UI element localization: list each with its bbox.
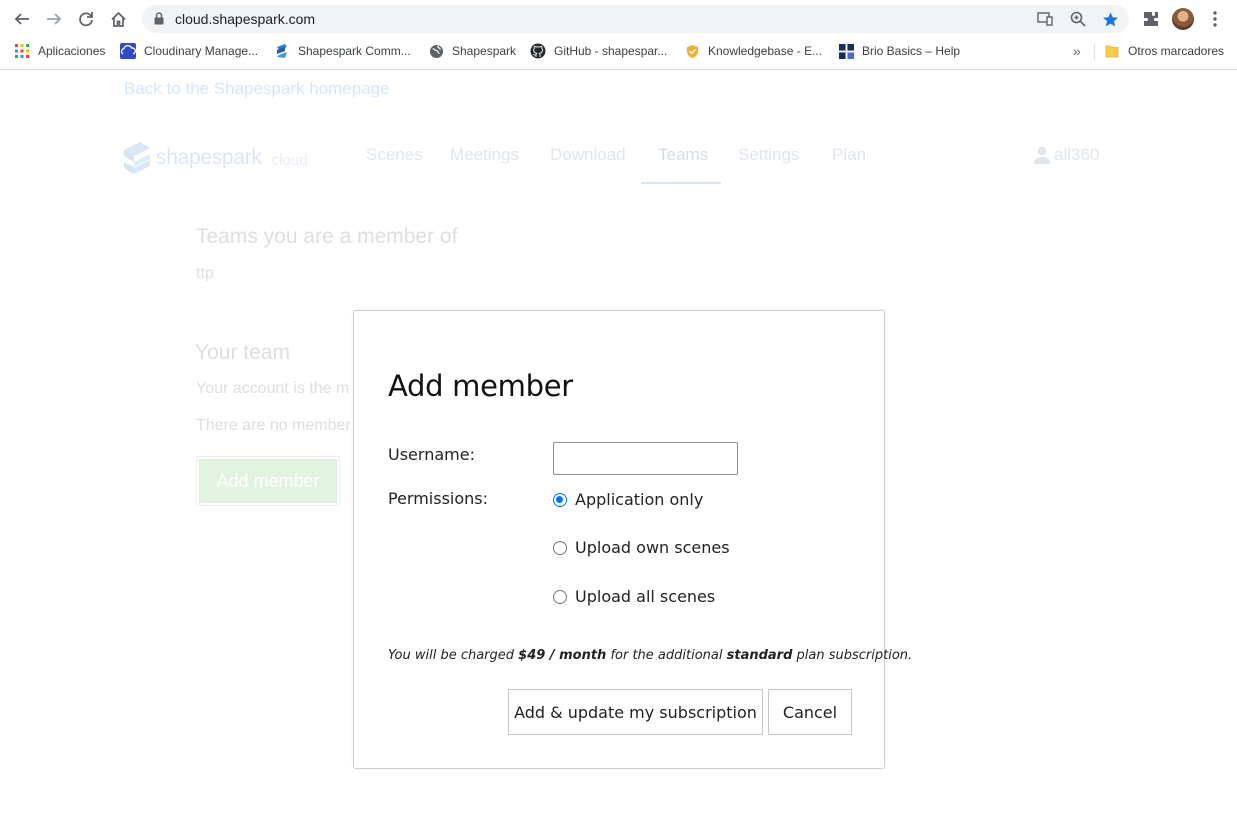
lock-icon (154, 12, 164, 25)
cancel-button[interactable]: Cancel (768, 689, 852, 735)
permissions-label: Permissions: (388, 489, 489, 508)
charge-price: $49 (518, 648, 546, 663)
logo-subtitle: cloud (271, 151, 308, 169)
team-name: ttp (196, 265, 214, 282)
address-bar[interactable]: cloud.shapespark.com (142, 5, 1129, 33)
more-bookmarks-chevron-icon[interactable]: » (1073, 42, 1081, 60)
shapespark-logo-icon (124, 142, 150, 174)
teams-member-heading: Teams you are a member of (196, 225, 458, 248)
radio-label: Upload all scenes (575, 587, 716, 606)
radio-application-only[interactable] (553, 492, 567, 507)
nav-tab-download[interactable]: Download (550, 145, 626, 165)
permission-option-upload-all-scenes[interactable]: Upload all scenes (553, 587, 715, 606)
forward-button[interactable] (41, 6, 67, 32)
arrow-left-icon (14, 13, 29, 25)
cloudinary-icon (120, 43, 136, 59)
active-tab-indicator (641, 182, 721, 184)
back-to-homepage-link[interactable]: Back to the Shapespark homepage (124, 79, 390, 99)
cast-icon[interactable] (1036, 10, 1054, 28)
nav-tab-teams[interactable]: Teams (658, 145, 708, 165)
radio-label: Upload own scenes (575, 538, 730, 557)
browser-chrome: cloud.shapespark.com Aplicaciones Cloudi… (0, 0, 1237, 70)
back-button[interactable] (9, 6, 35, 32)
bookmark-item[interactable]: GitHub - shapespar... (530, 42, 667, 60)
zoom-icon[interactable] (1069, 10, 1087, 28)
menu-kebab-icon[interactable] (1204, 8, 1226, 30)
radio-upload-own-scenes[interactable] (553, 540, 567, 555)
browser-toolbar: cloud.shapespark.com (0, 0, 1237, 38)
brio-icon (838, 43, 854, 59)
radio-label: Application only (575, 490, 704, 509)
bookmark-item[interactable]: Aplicaciones (14, 42, 105, 60)
shapespark-logo[interactable]: shapespark cloud (122, 141, 307, 175)
reload-button[interactable] (73, 6, 99, 32)
extensions-icon[interactable] (1140, 8, 1162, 30)
bookmark-item[interactable]: Shapespark Comm... (274, 42, 411, 60)
bookmarks-bar: Aplicaciones Cloudinary Manage... Shapes… (0, 38, 1237, 64)
owner-text: Your account is the m (196, 380, 350, 397)
radio-upload-all-scenes[interactable] (553, 589, 567, 604)
permission-option-application-only[interactable]: Application only (553, 490, 703, 509)
user-icon (1034, 146, 1050, 164)
no-members-text: There are no member (196, 417, 351, 434)
bookmark-item[interactable]: Knowledgebase - E... (684, 42, 822, 60)
username-label: Username: (388, 445, 475, 464)
home-button[interactable] (105, 6, 131, 32)
add-member-dialog: Add member Username: Permissions: Applic… (353, 310, 912, 769)
user-menu[interactable]: all360 (1034, 145, 1099, 165)
url-text: cloud.shapespark.com (175, 11, 316, 27)
username-input[interactable] (553, 442, 738, 475)
folder-icon (1104, 43, 1120, 59)
your-team-heading: Your team (195, 341, 290, 364)
charge-plan: standard (726, 648, 793, 663)
globe-icon (428, 43, 444, 59)
apps-grid-icon (14, 43, 30, 59)
arrow-right-icon (47, 13, 62, 25)
bookmark-folder[interactable]: Otros marcadores (1104, 42, 1224, 60)
bookmark-item[interactable]: Shapespark (428, 42, 516, 60)
bookmark-item[interactable]: Brio Basics – Help (838, 42, 960, 60)
nav-tab-plan[interactable]: Plan (832, 145, 866, 165)
shapespark-icon (274, 43, 290, 59)
add-and-update-subscription-button[interactable]: Add & update my subscription (508, 689, 763, 735)
shield-badge-icon (684, 43, 700, 59)
charge-period: month (559, 648, 607, 663)
nav-tab-scenes[interactable]: Scenes (366, 145, 423, 165)
charge-notice: You will be charged $49 / month for the … (388, 648, 913, 663)
bookmarks-divider (1094, 44, 1095, 60)
nav-tab-settings[interactable]: Settings (738, 145, 799, 165)
page-add-member-button[interactable]: Add member (196, 456, 340, 506)
logo-wordmark: shapespark (156, 146, 262, 169)
profile-avatar[interactable] (1172, 8, 1194, 30)
bookmark-item[interactable]: Cloudinary Manage... (120, 42, 258, 60)
username-text: all360 (1054, 145, 1100, 164)
home-icon (110, 11, 126, 27)
bookmark-star-icon[interactable] (1101, 10, 1119, 28)
nav-tab-meetings[interactable]: Meetings (450, 145, 519, 165)
github-icon (530, 43, 546, 59)
reload-icon (79, 12, 93, 27)
permission-option-upload-own-scenes[interactable]: Upload own scenes (553, 538, 730, 557)
dialog-title: Add member (388, 369, 573, 403)
